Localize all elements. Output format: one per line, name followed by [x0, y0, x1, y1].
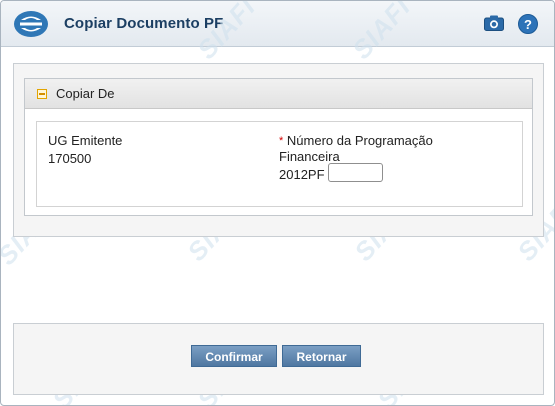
camera-icon[interactable] — [484, 15, 504, 31]
window-title: Copiar Documento PF — [64, 15, 224, 32]
confirm-button[interactable]: Confirmar — [191, 345, 277, 367]
button-bar: Confirmar Retornar — [13, 323, 544, 395]
copy-from-panel: Copiar De UG Emitente 170500 * Número da… — [24, 78, 533, 216]
ug-emitente-value: 170500 — [48, 151, 92, 166]
pf-number-label: * Número da Programação — [279, 133, 433, 149]
siafi-logo-icon — [14, 11, 48, 37]
form-container: Copiar De UG Emitente 170500 * Número da… — [13, 63, 544, 237]
required-mark: * — [279, 135, 284, 147]
collapse-icon[interactable] — [37, 89, 47, 99]
fields-group: UG Emitente 170500 * Número da Programaç… — [36, 121, 523, 207]
help-icon[interactable]: ? — [518, 14, 538, 34]
ug-emitente-label: UG Emitente — [48, 133, 123, 148]
title-bar: Copiar Documento PF ? — [1, 1, 554, 47]
pf-number-label-text: Número da Programação — [286, 133, 433, 148]
back-button[interactable]: Retornar — [282, 345, 361, 367]
pf-number-input[interactable] — [328, 163, 383, 182]
panel-header: Copiar De — [25, 79, 532, 109]
pf-prefix: 2012PF — [279, 167, 325, 182]
panel-title: Copiar De — [56, 86, 115, 101]
dialog-window: Copiar Documento PF ? SIAFI SIAFI SIAFI … — [0, 0, 555, 406]
